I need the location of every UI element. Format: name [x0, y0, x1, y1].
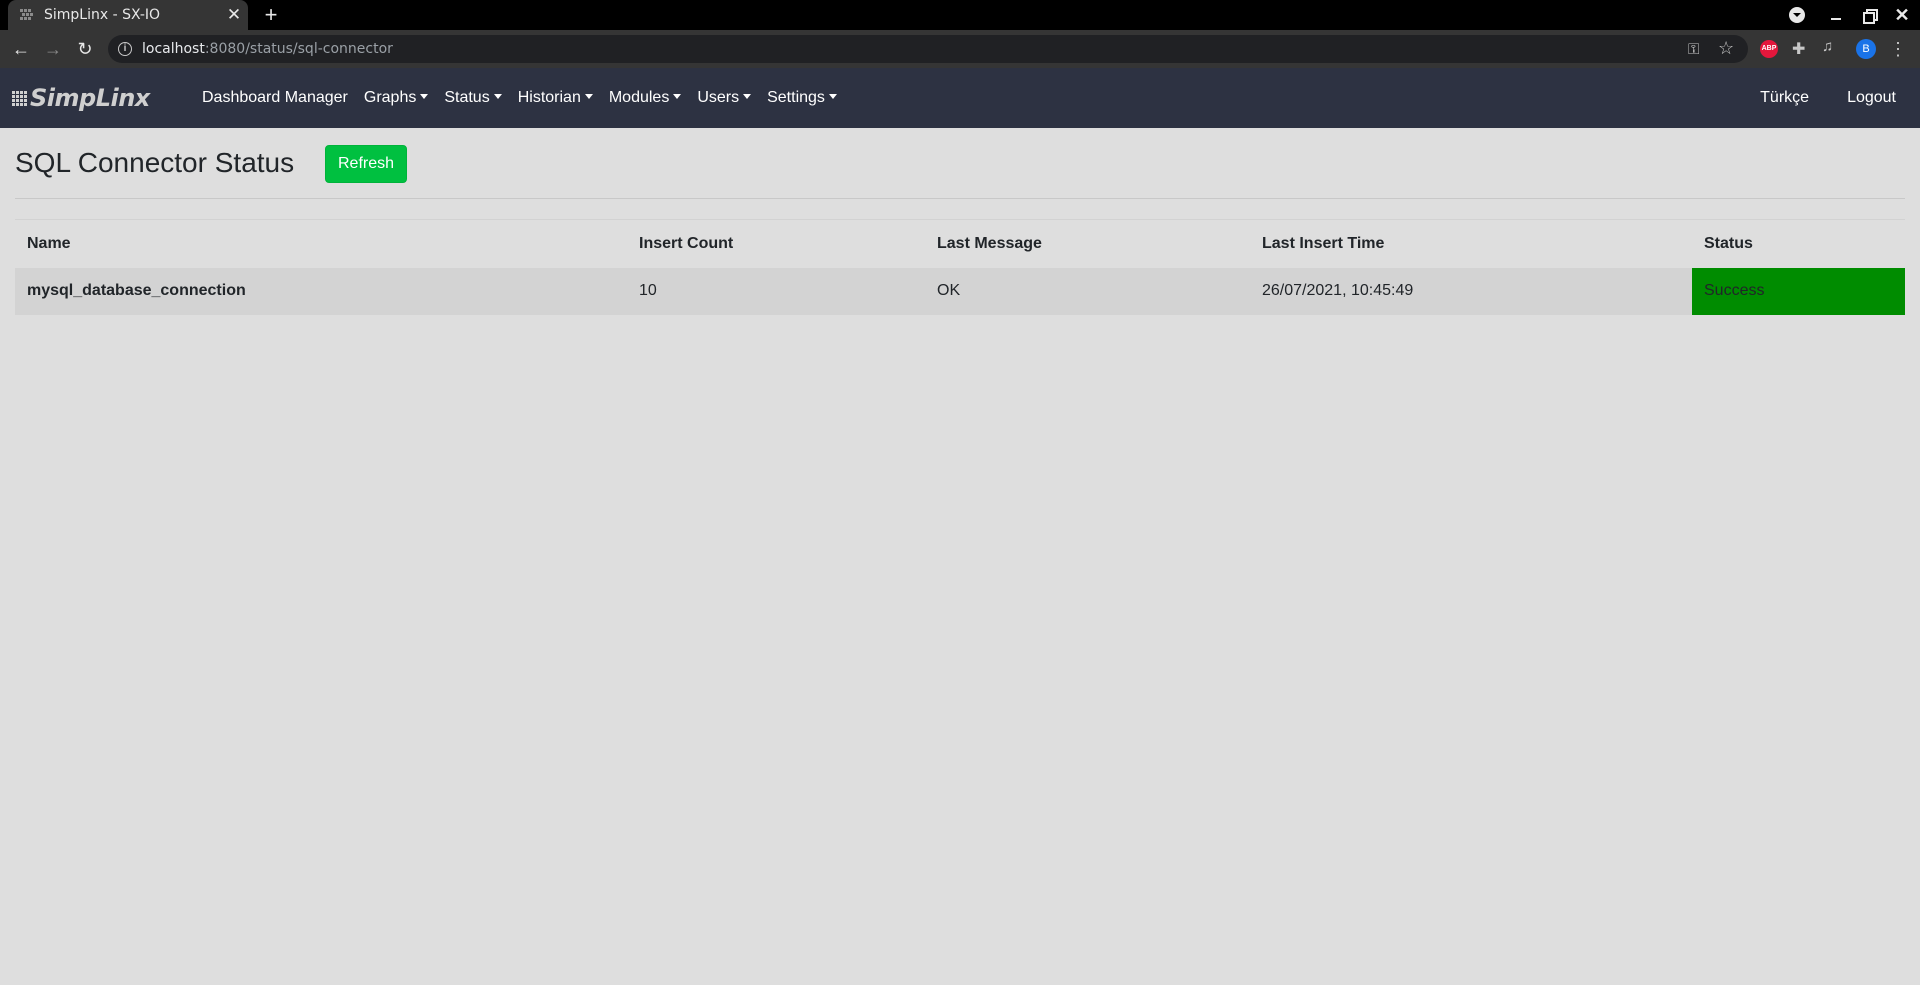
nav-item-dashboard-manager[interactable]: Dashboard Manager	[202, 89, 348, 107]
cell-last-message: OK	[925, 267, 1250, 315]
restore-window-icon[interactable]	[1858, 4, 1880, 26]
cell-status-badge: Success	[1692, 267, 1905, 315]
cell-last-insert-time: 26/07/2021, 10:45:49	[1250, 267, 1692, 315]
adblock-plus-icon[interactable]: ABP	[1760, 40, 1778, 58]
caret-down-icon	[673, 94, 682, 99]
table-row: mysql_database_connection 10 OK 26/07/20…	[15, 267, 1905, 315]
cell-insert-count: 10	[627, 267, 925, 315]
nav-item-graphs[interactable]: Graphs	[363, 89, 429, 107]
brand-logo[interactable]: SimpLinx	[12, 84, 150, 112]
caret-down-icon	[493, 94, 502, 99]
profile-avatar[interactable]: B	[1856, 39, 1876, 59]
tab-search-icon[interactable]	[1789, 7, 1805, 23]
media-control-icon[interactable]: ♫	[1822, 38, 1833, 55]
nav-right: Türkçe Logout	[1722, 68, 1896, 128]
reload-icon[interactable]: ↻	[74, 38, 96, 60]
address-bar[interactable]: i localhost:8080/status/sql-connector ⚿ …	[108, 35, 1748, 63]
password-key-icon[interactable]: ⚿	[1688, 41, 1699, 58]
back-arrow-icon[interactable]: ←	[10, 38, 32, 60]
nav-item-users[interactable]: Users	[697, 89, 752, 107]
column-header-name: Name	[15, 219, 627, 268]
close-tab-icon[interactable]: ✕	[224, 5, 244, 25]
url-host: localhost	[142, 41, 205, 57]
nav-item-label: Dashboard Manager	[202, 89, 348, 106]
browser-toolbar: ← → ↻ i localhost:8080/status/sql-connec…	[0, 30, 1920, 68]
brand-text: SimpLinx	[30, 84, 150, 112]
minimize-window-icon[interactable]	[1825, 4, 1847, 26]
nav-item-status[interactable]: Status	[444, 89, 502, 107]
site-info-icon[interactable]: i	[118, 42, 132, 56]
tab-title: SimpLinx - SX-IO	[44, 7, 161, 23]
browser-tab[interactable]: SimpLinx - SX-IO ✕	[8, 0, 248, 30]
close-window-icon[interactable]: ✕	[1891, 4, 1913, 26]
nav-item-label: Modules	[608, 89, 670, 106]
browser-menu-icon[interactable]: ⋮	[1889, 38, 1907, 60]
column-header-status: Status	[1692, 219, 1905, 268]
nav-item-label: Graphs	[363, 89, 417, 106]
main-navbar: SimpLinx Dashboard Manager Graphs Status…	[0, 68, 1920, 128]
caret-down-icon	[828, 94, 837, 99]
nav-item-label: Users	[697, 89, 740, 106]
language-link[interactable]: Türkçe	[1760, 89, 1809, 107]
url-text[interactable]: localhost:8080/status/sql-connector	[142, 41, 393, 57]
url-path: :8080/status/sql-connector	[204, 41, 393, 57]
brand-dots-icon	[12, 90, 27, 106]
nav-menu: Dashboard Manager Graphs Status Historia…	[202, 68, 853, 128]
caret-down-icon	[743, 94, 752, 99]
table-header-row: Name Insert Count Last Message Last Inse…	[15, 219, 1905, 268]
nav-item-historian[interactable]: Historian	[518, 89, 593, 107]
caret-down-icon	[584, 94, 593, 99]
nav-item-settings[interactable]: Settings	[767, 89, 837, 107]
nav-item-label: Settings	[767, 89, 825, 106]
forward-arrow-icon[interactable]: →	[42, 38, 64, 60]
simplinx-favicon-icon	[20, 9, 33, 20]
sql-connector-table: Name Insert Count Last Message Last Inse…	[15, 219, 1905, 315]
nav-item-modules[interactable]: Modules	[608, 89, 682, 107]
column-header-insert-count: Insert Count	[627, 219, 925, 268]
refresh-button[interactable]: Refresh	[325, 145, 407, 183]
nav-item-label: Historian	[517, 89, 581, 106]
new-tab-icon[interactable]: +	[260, 4, 282, 26]
extensions-puzzle-icon[interactable]: ✚	[1792, 39, 1805, 59]
cell-name: mysql_database_connection	[15, 267, 627, 315]
browser-tab-strip: SimpLinx - SX-IO ✕ + ✕	[0, 0, 1920, 30]
logout-link[interactable]: Logout	[1847, 89, 1896, 107]
caret-down-icon	[420, 94, 429, 99]
page-title: SQL Connector Status	[15, 147, 295, 178]
column-header-last-insert-time: Last Insert Time	[1250, 219, 1692, 268]
bookmark-star-icon[interactable]: ☆	[1718, 38, 1734, 59]
column-header-last-message: Last Message	[925, 219, 1250, 268]
divider	[15, 198, 1905, 199]
nav-item-label: Status	[444, 89, 490, 106]
